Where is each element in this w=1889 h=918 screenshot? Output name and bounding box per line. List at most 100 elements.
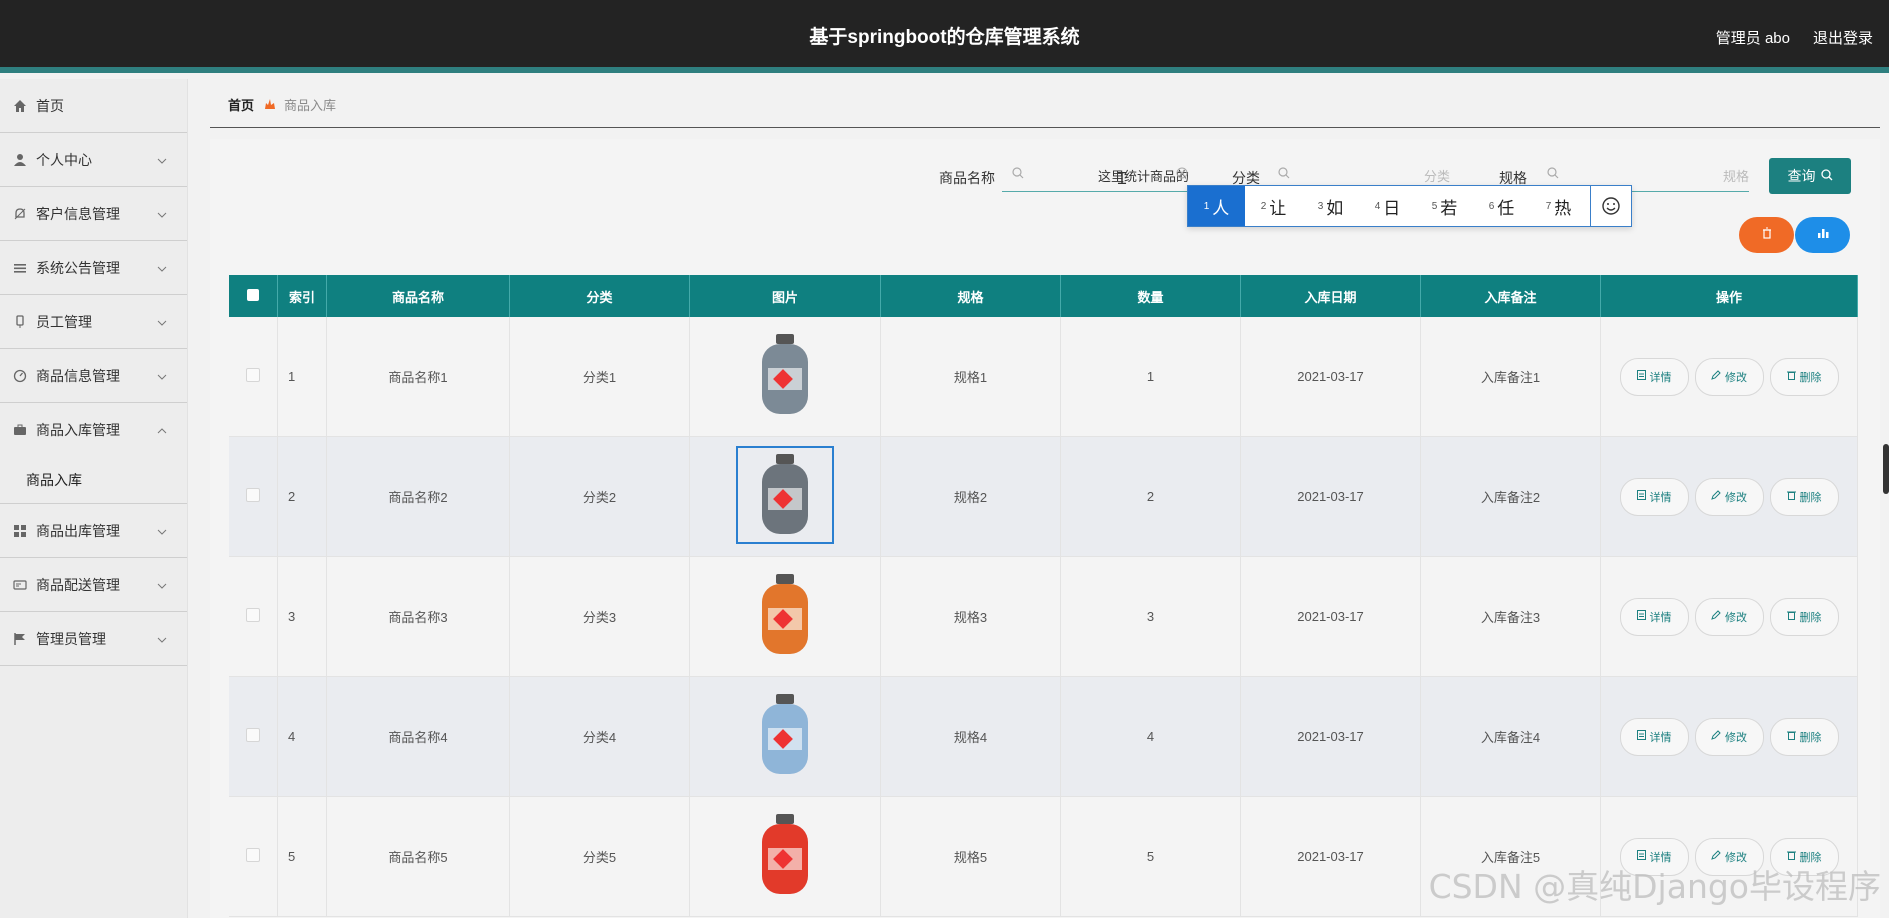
sidebar-subitem-inbound[interactable]: 商品入库 — [0, 456, 187, 504]
sidebar-item-label: 商品入库管理 — [36, 421, 120, 438]
gauge-icon — [12, 368, 28, 384]
cell-spec: 规格1 — [880, 317, 1061, 437]
sidebar-item-product-info[interactable]: 商品信息管理 — [0, 349, 187, 403]
delete-button[interactable]: 删除 — [1769, 597, 1839, 636]
row-checkbox[interactable] — [229, 556, 278, 677]
trash-icon — [1786, 370, 1796, 383]
product-image[interactable] — [736, 446, 834, 544]
table-header-row: 索引 商品名称 分类 图片 规格 数量 入库日期 入库备注 操作 — [229, 275, 1858, 317]
search-icon — [1278, 166, 1290, 184]
cell-qty: 3 — [1060, 556, 1241, 677]
detail-button[interactable]: 详情 — [1619, 477, 1689, 516]
detail-button[interactable]: 详情 — [1619, 597, 1689, 636]
sidebar-item-home[interactable]: 首页 — [0, 79, 187, 133]
table-body: 1 商品名称1 分类1 规格1 1 2021-03-17 入库备注1 详情 修改 删除 2 商品名称2… — [229, 317, 1858, 917]
sidebar-item-personal-center[interactable]: 个人中心 — [0, 133, 187, 187]
cell-remark: 入库备注3 — [1420, 556, 1601, 677]
sidebar-item-label: 客户信息管理 — [36, 205, 120, 222]
query-button-label: 查询 — [1787, 168, 1816, 184]
row-checkbox[interactable] — [229, 436, 278, 557]
current-user: 管理员 abo — [1715, 30, 1790, 47]
chevron-down-icon — [157, 205, 167, 221]
doc-icon — [1636, 730, 1646, 743]
sidebar-item-announcement[interactable]: 系统公告管理 — [0, 241, 187, 295]
cell-name: 商品名称5 — [326, 796, 510, 917]
column-header: 数量 — [1060, 275, 1241, 317]
sidebar-item-label: 管理员管理 — [36, 630, 106, 647]
badge-icon — [12, 314, 28, 330]
sidebar-item-employee[interactable]: 员工管理 — [0, 295, 187, 349]
emoji-icon[interactable] — [1590, 186, 1631, 226]
detail-button[interactable]: 详情 — [1619, 357, 1689, 396]
table-row: 3 商品名称3 分类3 规格3 3 2021-03-17 入库备注3 详情 修改 删除 — [229, 556, 1858, 677]
cell-date: 2021-03-17 — [1240, 796, 1421, 917]
cell-spec: 规格5 — [880, 796, 1061, 917]
ime-candidate[interactable]: 7热 — [1530, 186, 1587, 226]
cell-name: 商品名称4 — [326, 676, 510, 797]
statistics-button[interactable] — [1795, 217, 1850, 253]
product-name-input[interactable]: 这里统计商品的 Ｉ — [1002, 159, 1192, 192]
ime-candidate[interactable]: 2让 — [1245, 186, 1302, 226]
text-cursor-icon: Ｉ — [1114, 171, 1131, 188]
cell-date: 2021-03-17 — [1240, 317, 1421, 437]
batch-delete-button[interactable] — [1739, 217, 1794, 253]
sidebar-item-label: 商品信息管理 — [36, 367, 120, 384]
clear-icon[interactable] — [1176, 166, 1188, 184]
product-image[interactable] — [738, 688, 832, 782]
top-bar-accent — [0, 67, 1889, 73]
ime-candidate[interactable]: 6任 — [1473, 186, 1530, 226]
product-image[interactable] — [738, 328, 832, 422]
sidebar-item-label: 系统公告管理 — [36, 259, 120, 276]
edit-button[interactable]: 修改 — [1694, 477, 1764, 516]
delete-button[interactable]: 删除 — [1769, 477, 1839, 516]
detail-button[interactable]: 详情 — [1619, 717, 1689, 756]
column-header: 索引 — [277, 275, 327, 317]
query-button[interactable]: 查询 — [1769, 158, 1851, 194]
bell-icon — [12, 206, 28, 222]
column-header: 商品名称 — [326, 275, 510, 317]
trash-icon — [1786, 610, 1796, 623]
cell-image — [689, 556, 881, 677]
sidebar: 首页 个人中心 客户信息管理 系统公告管理 员工管理 商品信息管理 商品入库管理… — [0, 79, 188, 918]
cell-remark: 入库备注1 — [1420, 317, 1601, 437]
row-checkbox[interactable] — [229, 676, 278, 797]
pencil-icon — [1711, 610, 1721, 623]
doc-icon — [1636, 370, 1646, 383]
product-image[interactable] — [738, 568, 832, 662]
logout-link[interactable]: 退出登录 — [1813, 27, 1873, 48]
trash-icon — [1786, 730, 1796, 743]
ime-candidate[interactable]: 3如 — [1302, 186, 1359, 226]
delete-button[interactable]: 删除 — [1769, 717, 1839, 756]
chevron-down-icon — [157, 259, 167, 275]
sidebar-item-outbound[interactable]: 商品出库管理 — [0, 504, 187, 558]
breadcrumb-home[interactable]: 首页 — [228, 95, 254, 114]
sidebar-item-admin[interactable]: 管理员管理 — [0, 612, 187, 666]
search-icon — [1012, 166, 1024, 184]
row-checkbox[interactable] — [229, 317, 278, 437]
ime-candidate[interactable]: 1人 — [1188, 186, 1245, 226]
edit-button[interactable]: 修改 — [1694, 717, 1764, 756]
row-checkbox[interactable] — [229, 796, 278, 917]
sidebar-item-inbound[interactable]: 商品入库管理 — [0, 403, 187, 456]
sidebar-item-label: 个人中心 — [36, 151, 92, 168]
ime-candidate[interactable]: 4日 — [1359, 186, 1416, 226]
cell-remark: 入库备注4 — [1420, 676, 1601, 797]
cell-image — [689, 436, 881, 557]
cell-date: 2021-03-17 — [1240, 556, 1421, 677]
product-image[interactable] — [738, 808, 832, 902]
cell-category: 分类1 — [509, 317, 690, 437]
delete-button[interactable]: 删除 — [1769, 357, 1839, 396]
ime-candidate[interactable]: 5若 — [1416, 186, 1473, 226]
scrollbar-handle[interactable] — [1883, 444, 1889, 494]
sidebar-item-label: 商品配送管理 — [36, 576, 120, 593]
sidebar-item-customer[interactable]: 客户信息管理 — [0, 187, 187, 241]
chevron-down-icon — [157, 151, 167, 167]
column-header: 分类 — [509, 275, 690, 317]
select-all-checkbox[interactable] — [229, 275, 278, 317]
home-icon — [12, 98, 28, 114]
chevron-down-icon — [157, 630, 167, 646]
edit-button[interactable]: 修改 — [1694, 597, 1764, 636]
column-header: 操作 — [1600, 275, 1858, 317]
edit-button[interactable]: 修改 — [1694, 357, 1764, 396]
sidebar-item-delivery[interactable]: 商品配送管理 — [0, 558, 187, 612]
